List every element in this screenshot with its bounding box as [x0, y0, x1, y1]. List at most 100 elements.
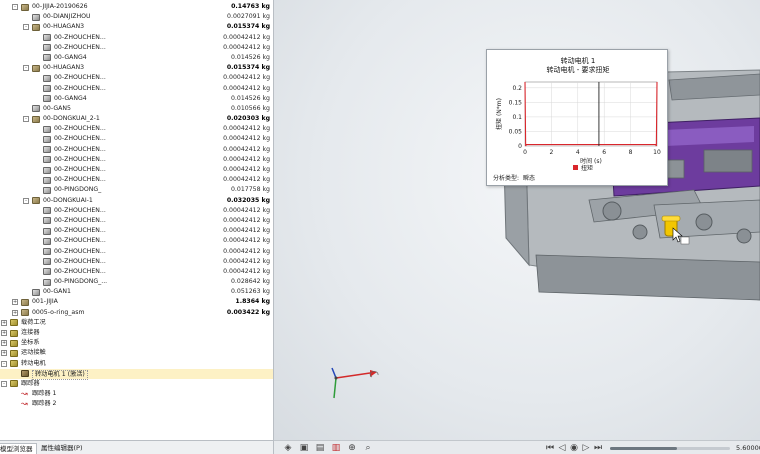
- tree-item-label: 00-JIJIA-20190626: [32, 3, 88, 10]
- tree-row[interactable]: 00-ZHOUCHEN... 0.00042412 kg: [0, 155, 273, 165]
- tree-row[interactable]: 00-ZHOUCHEN... 0.00042412 kg: [0, 124, 273, 134]
- tree-item-label: 连接器: [21, 329, 40, 336]
- play-icon[interactable]: ▷: [580, 442, 592, 454]
- tree-item-mass: 1.8364 kg: [235, 298, 270, 306]
- tree-folder-row[interactable]: + 载荷工况: [0, 318, 273, 328]
- section-cut-icon[interactable]: ▥: [330, 442, 342, 454]
- tree-row[interactable]: 00-GANG4 0.014526 kg: [0, 94, 273, 104]
- x-tick-label: 4: [576, 149, 580, 156]
- tree-row[interactable]: +0005-o-ring_asm 0.003422 kg: [0, 308, 273, 318]
- legend-label: 扭矩: [581, 164, 593, 172]
- tree-row[interactable]: 00-ZHOUCHEN... 0.00042412 kg: [0, 236, 273, 246]
- tree-row[interactable]: 00-GAN5 0.010566 kg: [0, 104, 273, 114]
- tree-item-mass: 0.003422 kg: [226, 308, 270, 316]
- tree-row[interactable]: 00-ZHOUCHEN... 0.00042412 kg: [0, 206, 273, 216]
- tree-row[interactable]: 00-ZHOUCHEN... 0.00042412 kg: [0, 84, 273, 94]
- tree-item-mass: 0.014526 kg: [230, 53, 270, 61]
- expand-toggle-icon[interactable]: +: [1, 330, 7, 336]
- tree-item-mass: 0.051263 kg: [230, 288, 270, 296]
- collapse-toggle-icon[interactable]: -: [23, 24, 29, 31]
- tree-row[interactable]: - 00-HUAGAN3 0.015374 kg: [0, 63, 273, 73]
- tree-row[interactable]: - 00-DONGKUAI-1 0.032035 kg: [0, 196, 273, 206]
- tree-row[interactable]: 00-DIANJIZHOU 0.0027091 kg: [0, 12, 273, 22]
- skip-to-start-icon[interactable]: ⏮: [544, 442, 556, 454]
- tree-item-label: 00-ZHOUCHEN...: [54, 84, 106, 92]
- zoom-icon[interactable]: ⌕: [362, 442, 374, 454]
- skip-to-end-icon[interactable]: ⏭: [592, 442, 604, 454]
- tree-folder-row[interactable]: + 坐标系: [0, 338, 273, 348]
- motor-torque-chart-popup[interactable]: 转动电机 1 转动电机 - 要求扭矩 0 2 4 6 8 10 0 0.05 0.1 0.15 0.2 时…: [486, 49, 668, 186]
- tree-item-label: 00-ZHOUCHEN...: [54, 125, 106, 133]
- pivot-1: [602, 201, 622, 221]
- tree-folder-row[interactable]: - 跟踪器: [0, 379, 273, 389]
- tree-row[interactable]: 00-GAN1 0.051263 kg: [0, 287, 273, 297]
- collapse-toggle-icon[interactable]: -: [23, 116, 29, 123]
- tree-row[interactable]: 00-ZHOUCHEN... 0.00042412 kg: [0, 226, 273, 236]
- step-back-icon[interactable]: ◁: [556, 442, 568, 454]
- tree-row[interactable]: 00-ZHOUCHEN... 0.00042412 kg: [0, 216, 273, 226]
- tree-row[interactable]: 00-PINGDONG_ 0.017758 kg: [0, 185, 273, 195]
- shaded-view-icon[interactable]: ▣: [298, 442, 310, 454]
- tree-row[interactable]: +001-JIJIA 1.8364 kg: [0, 297, 273, 307]
- tree-row[interactable]: ↝ 跟踪器 2: [0, 399, 273, 409]
- tab-property-editor[interactable]: 属性编辑器(P): [38, 443, 86, 454]
- tree-row[interactable]: 00-ZHOUCHEN... 0.00042412 kg: [0, 145, 273, 155]
- tree-row[interactable]: 00-ZHOUCHEN... 0.00042412 kg: [0, 73, 273, 83]
- tree-folder-row[interactable]: + 连接器: [0, 328, 273, 338]
- tree-item-mass: 0.00042412 kg: [223, 216, 270, 224]
- tree-folder-row[interactable]: + 运动接触: [0, 348, 273, 358]
- tree-item-label: 00-ZHOUCHEN...: [54, 135, 106, 143]
- tree-item-label: 00-DONGKUAI_2-1: [43, 115, 100, 123]
- tree-row[interactable]: - 00-DONGKUAI_2-1 0.020303 kg: [0, 114, 273, 124]
- tree-item-label: 跟踪器 2: [32, 400, 57, 408]
- collapse-toggle-icon[interactable]: -: [23, 197, 29, 204]
- y-tick-label: 0.05: [509, 128, 523, 135]
- folder-icon: [10, 349, 18, 357]
- tree-row[interactable]: 00-GANG4 0.014526 kg: [0, 53, 273, 63]
- tree-item-label: 载荷工况: [21, 318, 46, 326]
- analysis-type-value: 瞬态: [523, 174, 535, 182]
- tree-item-label: 00-PINGDONG_: [54, 186, 102, 194]
- tree-item-label: 00-GAN5: [43, 104, 71, 112]
- collapse-toggle-icon[interactable]: -: [1, 380, 7, 387]
- tree-item-label: 00-HUAGAN3: [43, 23, 85, 31]
- tree-row[interactable]: 00-ZHOUCHEN... 0.00042412 kg: [0, 175, 273, 185]
- stop-icon[interactable]: ◉: [568, 442, 580, 454]
- tree-row[interactable]: 00-ZHOUCHEN... 0.00042412 kg: [0, 134, 273, 144]
- model-browser-tree[interactable]: - 00-JIJIA-20190626 0.14763 kg 00-DIANJIZHO…: [0, 0, 274, 440]
- tree-item-mass: 0.00042412 kg: [223, 135, 270, 143]
- tree-row[interactable]: - 00-HUAGAN3 0.015374 kg: [0, 22, 273, 32]
- tree-item-mass: 0.00042412 kg: [223, 33, 270, 41]
- tree-row[interactable]: 00-PINGDONG_... 0.028642 kg: [0, 277, 273, 287]
- part-icon: [43, 85, 51, 92]
- tree-row[interactable]: 00-ZHOUCHEN... 0.00042412 kg: [0, 165, 273, 175]
- collapse-toggle-icon[interactable]: -: [23, 65, 29, 72]
- x-tick-label: 2: [549, 149, 553, 156]
- tree-item-label: 00-PINGDONG_...: [54, 278, 108, 286]
- timeline-slider[interactable]: [610, 447, 730, 450]
- collapse-toggle-icon[interactable]: -: [12, 4, 18, 10]
- tree-row[interactable]: ↝ 跟踪器 1: [0, 389, 273, 399]
- expand-toggle-icon[interactable]: +: [12, 299, 18, 306]
- tree-row[interactable]: 转动电机 1 (激活): [0, 368, 273, 380]
- tree-row[interactable]: 00-ZHOUCHEN... 0.00042412 kg: [0, 43, 273, 53]
- expand-toggle-icon[interactable]: +: [12, 309, 18, 316]
- tree-item-label: 00-GAN1: [43, 288, 71, 296]
- wireframe-icon[interactable]: ▤: [314, 442, 326, 454]
- measure-icon[interactable]: ⊕: [346, 442, 358, 454]
- tree-row[interactable]: 00-ZHOUCHEN... 0.00042412 kg: [0, 257, 273, 267]
- tree-folder-row[interactable]: - 转动电机: [0, 359, 273, 369]
- expand-toggle-icon[interactable]: +: [1, 350, 7, 357]
- tree-row[interactable]: 00-ZHOUCHEN... 0.00042412 kg: [0, 267, 273, 277]
- expand-toggle-icon[interactable]: +: [1, 319, 7, 326]
- expand-toggle-icon[interactable]: +: [1, 340, 7, 347]
- view-orient-icon[interactable]: ◈: [282, 442, 294, 454]
- tree-row[interactable]: - 00-JIJIA-20190626 0.14763 kg: [0, 2, 273, 12]
- folder-icon: [10, 319, 18, 327]
- tab-model-browser[interactable]: 模型浏览器: [0, 443, 37, 454]
- collapse-toggle-icon[interactable]: -: [1, 360, 7, 367]
- tree-row[interactable]: 00-ZHOUCHEN... 0.00042412 kg: [0, 33, 273, 43]
- tree-item-mass: 0.00042412 kg: [223, 257, 270, 265]
- chart-subtitle: 转动电机 - 要求扭矩: [547, 65, 610, 74]
- tree-row[interactable]: 00-ZHOUCHEN... 0.00042412 kg: [0, 247, 273, 257]
